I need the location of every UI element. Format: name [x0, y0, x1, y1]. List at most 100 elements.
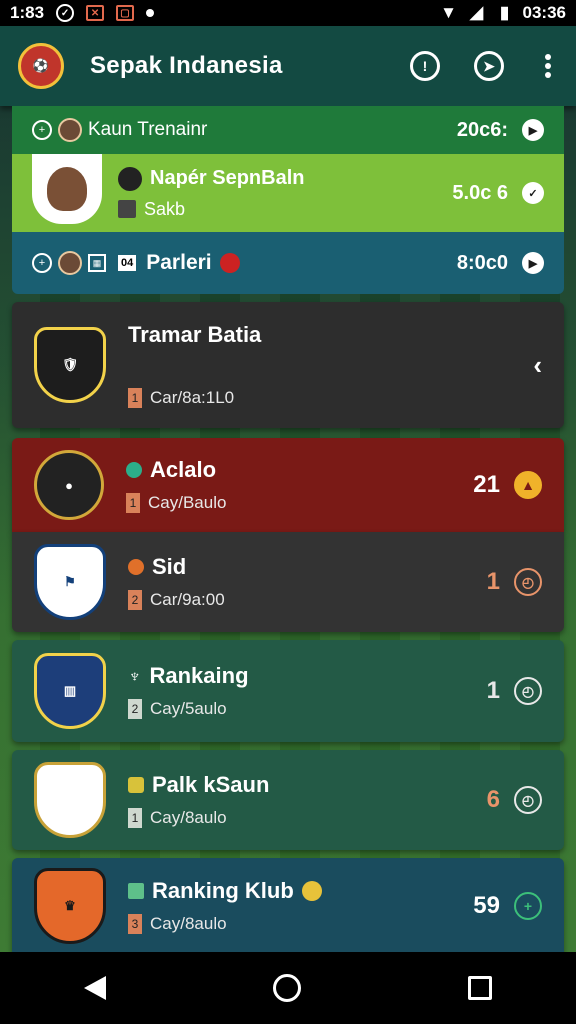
status-bar: 1:83 ✓ ✕ ▢ ▼ ◢ ▮ 03:36	[0, 0, 576, 26]
team-sub: Car/9a:00	[150, 590, 225, 609]
team-sub: Cay/5aulo	[150, 699, 227, 718]
club-icon	[118, 166, 142, 191]
status-clock: 03:36	[522, 3, 566, 22]
score-value: 21	[473, 471, 500, 498]
team-card[interactable]: ♛ Ranking Klub 3 Cay/8aulo 59 +	[12, 858, 564, 954]
avatar	[58, 251, 82, 275]
row-value: 5.0c 6	[452, 181, 508, 204]
check-icon[interactable]: ✓	[522, 182, 544, 204]
add-circle-icon[interactable]: +	[514, 892, 542, 920]
shield-crest-icon: 🛡	[34, 327, 106, 403]
table-icon	[128, 883, 144, 899]
team-card[interactable]: ⚑ Sid 2 Car/9a:00 1 ◴	[12, 532, 564, 632]
row-text: Napér SepnBaln Sakb	[118, 166, 305, 220]
player-crest-icon: ●	[34, 450, 104, 520]
home-icon[interactable]	[272, 974, 301, 1002]
more-options-icon[interactable]	[538, 51, 558, 81]
row-title: Kaun Trenainr	[88, 119, 208, 140]
avatar	[58, 118, 82, 142]
team-name-wrap: Ranking Klub	[128, 878, 322, 904]
warning-icon	[301, 881, 322, 901]
compass-icon[interactable]: ➤	[474, 51, 504, 81]
app-title: Sepak Indanesia	[90, 52, 283, 79]
team-card[interactable]: 🛡 Tramar Batia 1 Car/8a:1L0 ‹	[12, 302, 564, 428]
row-subtitle-wrap: Sakb	[118, 199, 304, 220]
card-score: 6 ◴	[487, 786, 542, 814]
list-item[interactable]: + ▦ 04 Parleri 8:0c0 ▶	[12, 232, 564, 294]
rank-chip: 2	[128, 590, 142, 610]
rank-chip: 1	[126, 493, 140, 513]
add-circle-icon[interactable]: +	[32, 120, 52, 140]
team-name-wrap: Palk kSaun	[128, 772, 269, 798]
signal-icon: ◢	[469, 3, 484, 22]
trophy-icon: ♆	[128, 665, 142, 686]
share-icon[interactable]: ‹	[533, 350, 542, 381]
mini-avatar-icon	[118, 200, 136, 218]
app-notification-icon: ✕	[86, 5, 105, 21]
team-icon: ▦	[88, 254, 106, 272]
team-name-wrap: Sid	[128, 554, 225, 580]
notification-icon: ✓	[56, 4, 75, 22]
rank-chip: 3	[128, 914, 142, 934]
team-sub-wrap: 1 Cay/Baulo	[126, 493, 226, 513]
app-bar: ⚽ Sepak Indanesia ! ➤	[0, 26, 576, 106]
rank-chip: 1	[128, 388, 142, 408]
player-shield-icon: ☻	[34, 762, 106, 838]
rank-chip: 1	[128, 808, 142, 828]
dot-icon	[146, 9, 155, 17]
alert-icon[interactable]: !	[410, 51, 440, 81]
row-value-wrap: 20c6: ▶	[457, 119, 544, 142]
rank-chip: 2	[128, 699, 142, 719]
team-sub-wrap: 1 Car/8a:1L0	[128, 388, 261, 408]
clock-icon[interactable]: ◴	[514, 677, 542, 705]
tiger-crest-icon: ♛	[34, 868, 106, 944]
system-nav-bar	[0, 952, 576, 1024]
team-card[interactable]: ☻ Palk kSaun 1 Cay/8aulo 6 ◴	[12, 750, 564, 850]
play-icon[interactable]: ▶	[522, 252, 544, 274]
team-card[interactable]: ● Aclalo 1 Cay/Baulo 21 ▲	[12, 438, 564, 532]
flag-crest-icon: ▥	[34, 653, 106, 729]
club-crest-icon[interactable]: ⚽	[18, 43, 64, 89]
match-list: + Kaun Trenainr 20c6: ▶ Napér SepnBaln S…	[12, 106, 564, 954]
team-sub: Cay/Baulo	[148, 493, 227, 512]
row-value-wrap: 8:0c0 ▶	[457, 252, 544, 275]
card-score: 21 ▲	[473, 471, 542, 499]
team-name-wrap: Aclalo	[126, 457, 226, 483]
list-item[interactable]: Napér SepnBaln Sakb 5.0c 6 ✓	[12, 154, 564, 232]
team-sub-wrap: 2 Car/9a:00	[128, 590, 225, 610]
team-name: Ranking Klub	[152, 878, 294, 903]
gem-icon	[126, 462, 142, 478]
tag-badge: 04	[118, 255, 137, 271]
card-score: ‹	[533, 350, 542, 381]
score-value: 59	[473, 892, 500, 919]
team-name: Sid	[152, 554, 187, 579]
play-icon[interactable]: ▶	[522, 119, 544, 141]
fire-icon	[128, 559, 144, 575]
list-item[interactable]: + Kaun Trenainr 20c6: ▶	[12, 106, 564, 154]
row-title-wrap: Napér SepnBaln	[118, 166, 305, 191]
row-title: Napér SepnBaln	[150, 167, 305, 189]
player-photo	[32, 154, 102, 224]
score-value: 6	[486, 786, 500, 813]
card-score: 1 ◴	[487, 568, 542, 596]
team-name-wrap: ♆ Rankaing	[128, 663, 249, 689]
photo-notification-icon: ▢	[116, 5, 135, 21]
club-shield-icon: ⚑	[34, 544, 106, 620]
team-name: Rankaing	[149, 663, 249, 688]
team-card[interactable]: ▥ ♆ Rankaing 2 Cay/5aulo 1 ◴	[12, 640, 564, 742]
team-sub-wrap: 1 Cay/8aulo	[128, 808, 269, 828]
row-subtitle: Sakb	[144, 198, 186, 219]
trophy-icon[interactable]: ▲	[514, 471, 542, 499]
live-icon	[219, 253, 240, 273]
clock-icon[interactable]: ◴	[514, 786, 542, 814]
card-score: 59 +	[473, 892, 542, 920]
row-title: Parleri	[146, 251, 212, 274]
recent-apps-icon[interactable]	[468, 976, 493, 1000]
back-icon[interactable]	[83, 976, 106, 1000]
team-name: Palk kSaun	[152, 772, 270, 797]
team-name: Aclalo	[150, 457, 217, 482]
card-score: 1 ◴	[487, 677, 542, 705]
clock-icon[interactable]: ◴	[514, 568, 542, 596]
add-circle-icon[interactable]: +	[32, 253, 52, 273]
row-value-wrap: 5.0c 6 ✓	[452, 182, 544, 205]
